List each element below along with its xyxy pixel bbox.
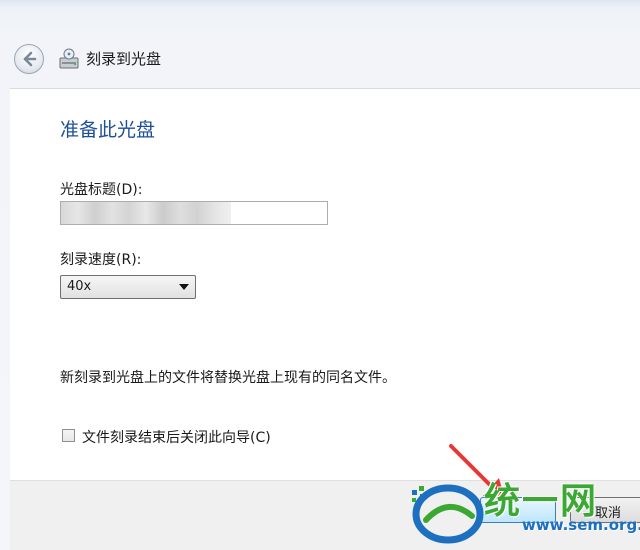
wizard-header: 刻录到光盘 <box>0 34 640 86</box>
disc-title-label: 光盘标题(D): <box>60 182 143 198</box>
disc-title-input[interactable] <box>60 201 328 225</box>
close-wizard-label: 文件刻录结束后关闭此向导(C) <box>82 430 271 446</box>
site-watermark: 统一网 www.sem.org.cn <box>408 470 640 550</box>
burn-speed-dropdown[interactable]: 40x <box>60 275 196 299</box>
burn-speed-label: 刻录速度(R): <box>60 252 142 268</box>
replace-files-notice: 新刻录到光盘上的文件将替换光盘上现有的同名文件。 <box>60 370 396 386</box>
window-title: 刻录到光盘 <box>86 50 162 68</box>
burn-speed-value: 40x <box>67 279 92 294</box>
disc-burner-icon <box>59 48 79 69</box>
page-heading: 准备此光盘 <box>60 119 156 141</box>
close-wizard-checkbox[interactable] <box>62 429 75 442</box>
back-button[interactable] <box>14 44 44 74</box>
burn-disc-wizard-window: 刻录到光盘 准备此光盘 光盘标题(D): 刻录速度(R): 40x 新刻录到光盘… <box>0 0 640 550</box>
back-arrow-icon <box>23 51 37 67</box>
window-frame <box>0 0 640 8</box>
wizard-content: 准备此光盘 光盘标题(D): 刻录速度(R): 40x 新刻录到光盘上的文件将替… <box>10 88 640 481</box>
watermark-url: www.sem.org.cn <box>522 516 640 534</box>
chevron-down-icon <box>179 284 189 290</box>
watermark-logo-icon <box>412 484 484 544</box>
